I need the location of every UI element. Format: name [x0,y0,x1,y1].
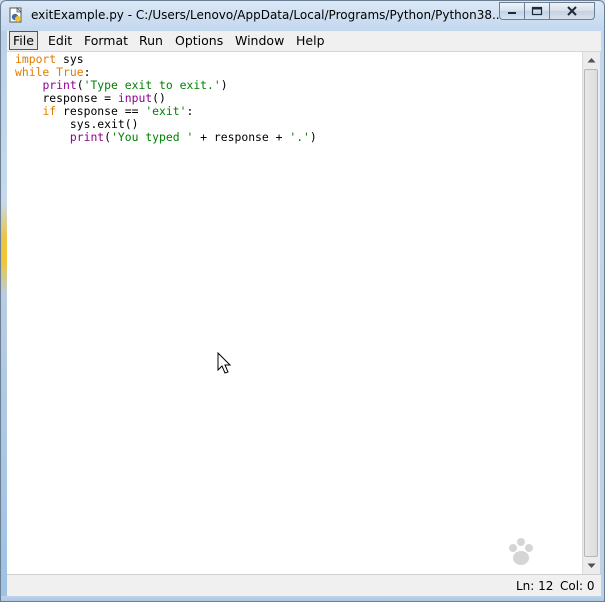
menu-edit[interactable]: Edit [45,32,75,49]
code-line: print('You typed ' + response + '.') [15,131,317,144]
scroll-up-button[interactable] [583,52,600,68]
code-token: if [42,104,57,118]
code-token: sys [56,52,84,66]
minimize-button[interactable] [499,2,525,20]
code-token: ( [104,130,112,144]
python-idle-icon [9,7,22,23]
code-token: () [152,91,166,105]
title-bar[interactable]: exitExample.py - C:/Users/Lenovo/AppData… [1,1,604,31]
code-token: '.' [289,130,310,144]
code-token: ) [309,130,317,144]
code-token: 'You typed ' [111,130,194,144]
code-token: : [83,65,91,79]
minimize-icon [508,12,516,14]
window-title: exitExample.py - C:/Users/Lenovo/AppData… [31,8,504,22]
menu-bar: File Edit Format Run Options Window Help [7,31,601,52]
close-button[interactable] [549,2,595,20]
code-token: sys.exit() [69,117,139,131]
menu-format[interactable]: Format [81,32,131,49]
menu-run[interactable]: Run [136,32,166,49]
maximize-icon [531,6,543,16]
scroll-down-arrow-icon [587,563,596,568]
code-token: response == [56,104,146,118]
menu-file[interactable]: File [9,31,38,50]
code-token: + response + [193,130,290,144]
scroll-down-button[interactable] [583,558,600,574]
code-token: ) [220,78,228,92]
code-token: : [186,104,194,118]
code-token: while [15,65,50,79]
menu-options[interactable]: Options [172,32,226,49]
close-icon [567,6,577,16]
menu-help[interactable]: Help [293,32,328,49]
maximize-button[interactable] [524,2,550,20]
scroll-up-arrow-icon [587,58,596,63]
code-token: response = [42,91,118,105]
watermark-logo [509,538,533,565]
code-token: input [117,91,153,105]
code-token: 'Type exit to exit.' [83,78,221,92]
scroll-thumb[interactable] [584,69,598,557]
code-token: print [69,130,105,144]
vertical-scrollbar[interactable] [582,52,600,574]
code-token: True [56,65,84,79]
window-bottom-border [1,596,604,601]
idle-editor-window: exitExample.py - C:/Users/Lenovo/AppData… [0,0,605,602]
code-token: ( [76,78,84,92]
code-editor[interactable]: import sys while True: print('Type exit t… [7,52,582,574]
code-token: import [15,52,57,66]
menu-window[interactable]: Window [232,32,287,49]
code-token: 'exit' [145,104,187,118]
mouse-pointer-icon [217,352,231,374]
code-token: print [42,78,77,92]
